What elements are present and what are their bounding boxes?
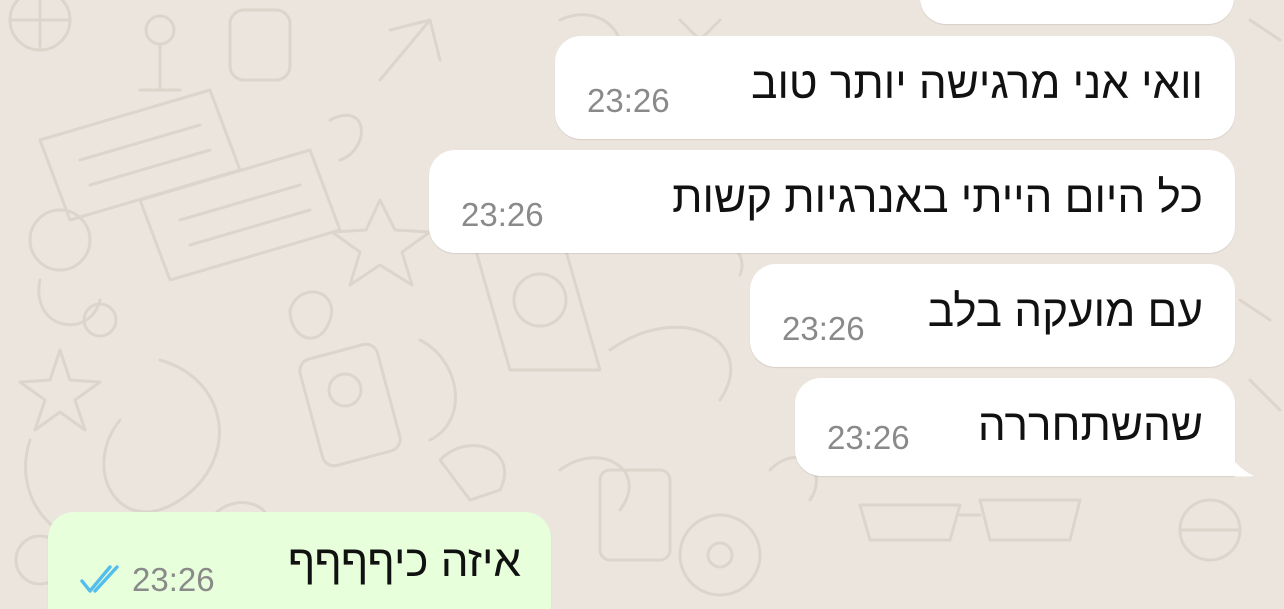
message-timestamp: 23:26 [587, 82, 670, 119]
message-bubble-outgoing[interactable]: איזה כיףףףף 23:26 [48, 512, 551, 609]
double-check-icon [80, 565, 119, 593]
message-text: איזה כיףףףף [287, 537, 521, 586]
message-timestamp: 23:26 [461, 196, 544, 233]
message-bubble-incoming[interactable]: וואי אני מרגישה יותר טוב 23:26 [555, 36, 1235, 139]
message-timestamp: 23:26 [132, 561, 215, 598]
message-bubble-incoming[interactable]: עם מועקה בלב 23:26 [750, 264, 1235, 367]
message-text: וואי אני מרגישה יותר טוב [751, 59, 1203, 108]
message-text: שהשתחררה [977, 401, 1203, 450]
message-text: כל היום הייתי באנרגיות קשות [672, 173, 1203, 222]
message-timestamp: 23:26 [782, 310, 865, 347]
message-timestamp: 23:26 [827, 419, 910, 456]
message-bubble-incoming[interactable]: שהשתחררה 23:26 [795, 378, 1235, 476]
message-text: עם מועקה בלב [927, 287, 1203, 336]
partial-message-bubble [920, 0, 1234, 24]
message-bubble-incoming[interactable]: כל היום הייתי באנרגיות קשות 23:26 [429, 150, 1235, 253]
